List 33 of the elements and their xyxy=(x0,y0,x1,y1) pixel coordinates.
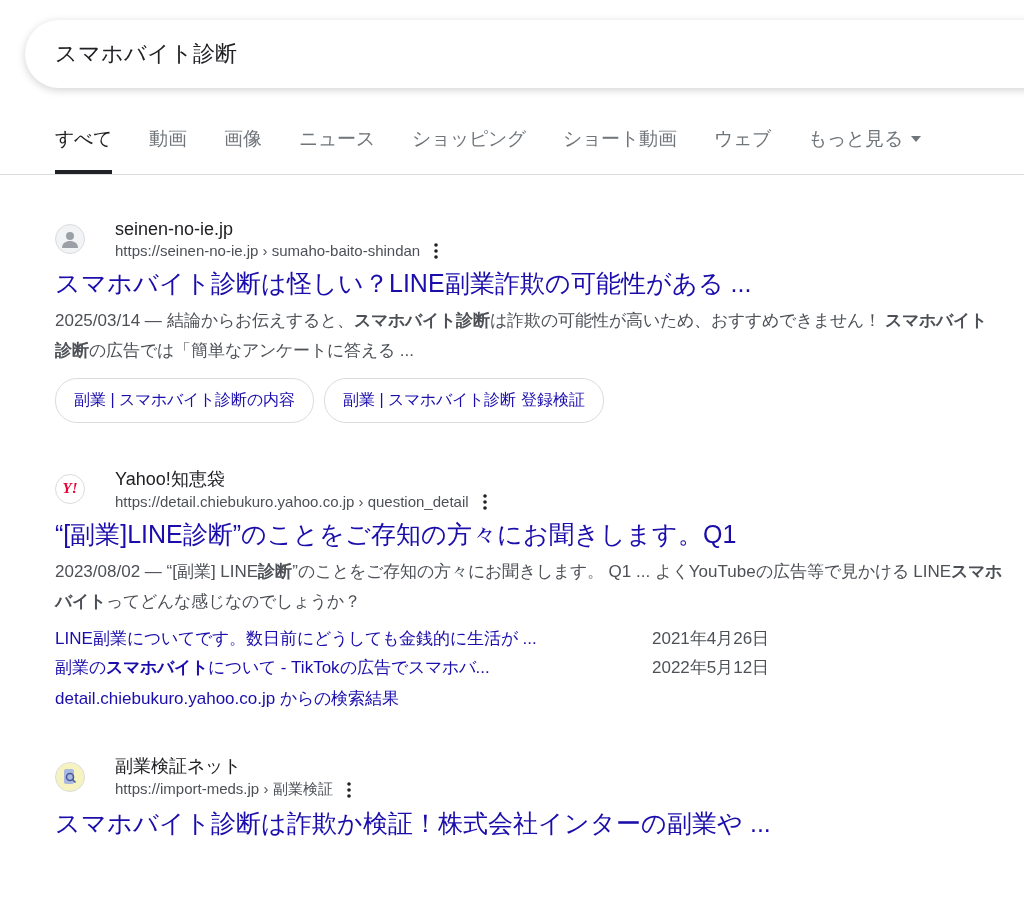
more-options-icon[interactable] xyxy=(482,493,487,510)
more-results-link[interactable]: detail.chiebukuro.yahoo.co.jp からの検索結果 xyxy=(55,687,1004,710)
result-snippet: 2023/08/02 — “[副業] LINE診断”のことをご存知の方々にお聞きします。 Q1 ... よくYouTubeの広告等で見かける LINEスマホバイトってどんな感じなのでしょうか？ xyxy=(55,561,1004,613)
more-options-icon[interactable] xyxy=(346,781,351,798)
search-tab[interactable]: ウェブ xyxy=(714,114,771,174)
search-tab[interactable]: 画像 xyxy=(224,114,262,174)
search-tab[interactable]: ニュース xyxy=(299,114,375,174)
favicon-logo: Y! xyxy=(55,473,85,504)
search-field[interactable]: スマホバイト診断 xyxy=(25,20,1024,88)
result-url: https://seinen-no-ie.jp › sumaho-baito-shindan xyxy=(115,242,421,259)
sub-result-link[interactable]: LINE副業についてです。数日前にどうしても金銭的に生活が ... xyxy=(55,627,652,650)
search-tab[interactable]: 動画 xyxy=(149,114,187,174)
result-title-link[interactable]: スマホバイト診断は詐欺か検証！株式会社インターの副業や ... xyxy=(55,807,1004,840)
avatar-icon xyxy=(55,224,85,254)
more-options-icon[interactable] xyxy=(434,242,439,259)
site-name: 副業検証ネット xyxy=(115,755,242,778)
site-name: Yahoo!知恵袋 xyxy=(115,468,226,491)
result-url: https://detail.chiebukuro.yahoo.co.jp › question_detail xyxy=(115,493,469,510)
search-tab[interactable]: すべて xyxy=(55,114,112,174)
sub-result-date: 2022年5月12日 xyxy=(652,657,771,679)
result-snippet: 2025/03/14 — 結論からお伝えすると、スマホバイト診断は詐欺の可能性が高いため、おすすめできません！ スマホバイト診断の広告では「簡単なアンケートに答える ... xyxy=(55,310,989,362)
search-tab[interactable]: もっと見る xyxy=(808,114,921,174)
search-tab[interactable]: ショッピング xyxy=(412,114,526,174)
sub-result-date: 2021年4月26日 xyxy=(652,628,771,650)
sub-result-link[interactable]: 副業のスマホバイトについて - TikTokの広告でスマホバ... xyxy=(55,656,652,679)
search-tab[interactable]: ショート動画 xyxy=(563,114,677,174)
result-title-link[interactable]: スマホバイト診断は怪しい？LINE副業詐欺の可能性がある ... xyxy=(55,267,1004,300)
sitelink-chip[interactable]: 副業 | スマホバイト診断 登録検証 xyxy=(324,378,604,423)
sitelink-chip[interactable]: 副業 | スマホバイト診断の内容 xyxy=(55,378,315,423)
result-url: https://import-meds.jp › 副業検証 xyxy=(115,780,333,799)
site-name: seinen-no-ie.jp xyxy=(115,219,235,240)
magnifier-icon xyxy=(55,761,85,792)
result-title-link[interactable]: “[副業]LINE診断”のことをご存知の方々にお聞きします。Q1 xyxy=(55,518,1004,551)
